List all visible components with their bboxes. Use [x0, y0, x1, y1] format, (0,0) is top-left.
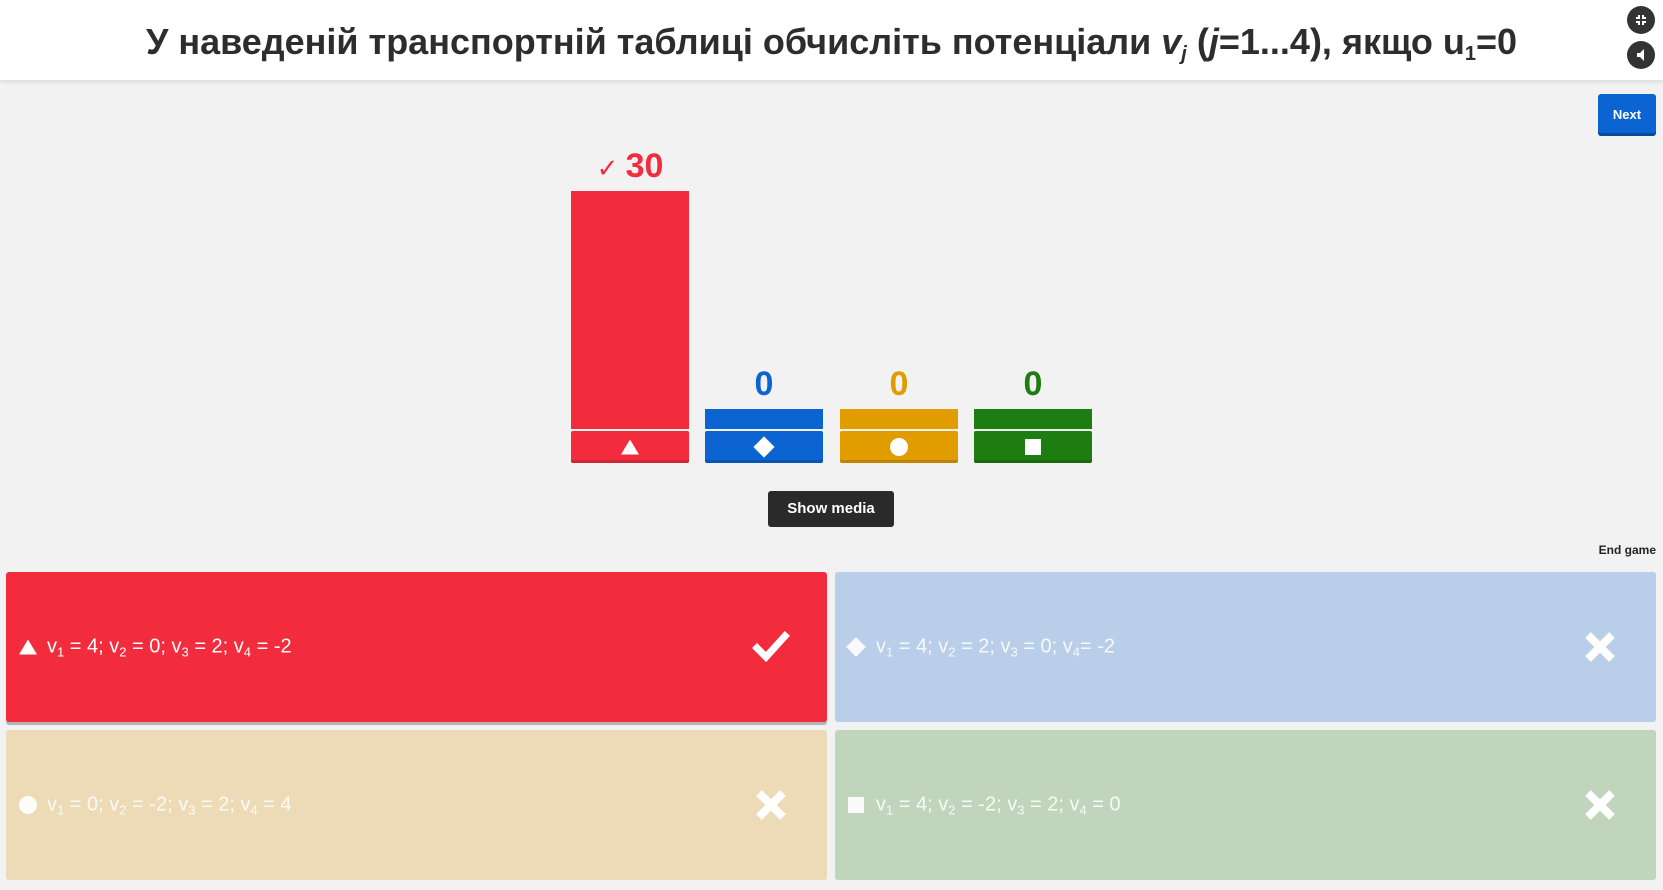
answer-option-square: v1 = 4; v2 = -2; v3 = 2; v4 = 0: [835, 730, 1656, 880]
answer-text: v1 = 4; v2 = -2; v3 = 2; v4 = 0: [876, 793, 1121, 818]
cross-icon: [756, 790, 786, 820]
speaker-icon: [1637, 49, 1644, 61]
bar-green: [974, 409, 1092, 429]
bar-base-yellow: [840, 431, 958, 463]
collapse-icon: [1636, 15, 1646, 25]
answer-option-circle: v1 = 0; v2 = -2; v3 = 2; v4 = 4: [6, 730, 827, 880]
question-tail: =0: [1475, 21, 1518, 62]
bar-count-blue: 0: [754, 365, 774, 403]
diamond-icon: [846, 637, 866, 657]
question-range: =1...4), якщо u: [1218, 21, 1465, 62]
diamond-icon: [753, 436, 775, 458]
cross-icon: [1585, 632, 1615, 662]
square-icon: [848, 797, 864, 813]
correct-check-icon: ✓: [596, 153, 626, 183]
bar-red: [571, 191, 689, 429]
end-game-button[interactable]: End game: [1599, 543, 1656, 557]
question-header: У наведеній транспортній таблиці обчислі…: [0, 0, 1663, 80]
answer-option-diamond: v1 = 4; v2 = 2; v3 = 0; v4= -2: [835, 572, 1656, 722]
cross-icon: [1585, 790, 1615, 820]
square-icon: [1025, 439, 1041, 455]
answer-text: v1 = 4; v2 = 2; v3 = 0; v4= -2: [876, 635, 1116, 660]
sound-button[interactable]: [1627, 41, 1655, 69]
bar-base-green: [974, 431, 1092, 463]
next-button[interactable]: Next: [1598, 94, 1656, 136]
question-var-j: j: [1208, 21, 1219, 62]
triangle-icon: [19, 639, 37, 655]
exit-fullscreen-button[interactable]: [1627, 6, 1655, 34]
answer-text: v1 = 0; v2 = -2; v3 = 2; v4 = 4: [47, 793, 292, 818]
bar-base-red: [571, 431, 689, 463]
circle-icon: [890, 438, 908, 456]
bar-count-yellow: 0: [889, 365, 909, 403]
question-title: У наведеній транспортній таблиці обчислі…: [0, 18, 1663, 66]
question-u-sub: 1: [1464, 43, 1476, 65]
bar-count-red: ✓ 30: [596, 147, 664, 185]
answer-text: v1 = 4; v2 = 0; v3 = 2; v4 = -2: [47, 635, 292, 660]
circle-icon: [19, 796, 37, 814]
question-var-v: vj: [1161, 21, 1187, 65]
bar-yellow: [840, 409, 958, 429]
triangle-icon: [621, 439, 639, 455]
checkmark-icon: [752, 631, 790, 663]
question-text: У наведеній транспортній таблиці обчислі…: [145, 21, 1162, 62]
answer-option-triangle: v1 = 4; v2 = 0; v3 = 2; v4 = -2: [6, 572, 827, 722]
bar-count-green: 0: [1023, 365, 1043, 403]
show-media-button[interactable]: Show media: [768, 491, 894, 527]
bar-blue: [705, 409, 823, 429]
bar-base-blue: [705, 431, 823, 463]
question-paren: (: [1186, 21, 1209, 62]
